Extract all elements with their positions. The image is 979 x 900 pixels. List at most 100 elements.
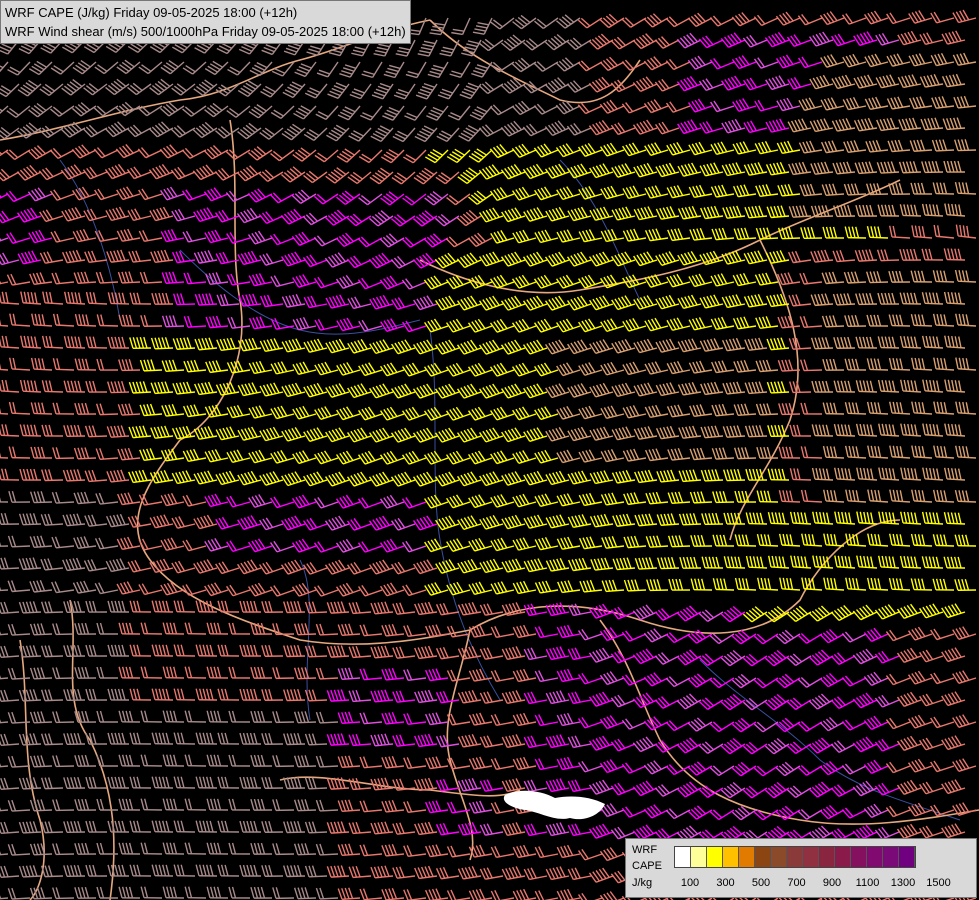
wind-barb bbox=[656, 513, 680, 526]
wind-barb bbox=[955, 313, 977, 327]
wind-barb bbox=[402, 193, 427, 206]
legend-tick-label: 100 bbox=[680, 877, 700, 889]
wind-barb bbox=[40, 865, 64, 878]
wind-barb bbox=[478, 164, 504, 180]
wind-barb bbox=[204, 493, 229, 508]
wind-barb bbox=[798, 56, 823, 69]
wind-barb bbox=[217, 776, 240, 789]
wind-barb bbox=[567, 426, 592, 442]
wind-barb bbox=[29, 272, 53, 286]
wind-barb bbox=[456, 295, 482, 311]
wind-barb bbox=[6, 232, 31, 244]
wind-barb bbox=[194, 293, 218, 306]
wind-barb bbox=[710, 184, 735, 198]
wind-barb bbox=[567, 823, 592, 837]
wind-barb bbox=[622, 448, 647, 462]
wind-barb bbox=[577, 17, 603, 29]
wind-barb bbox=[588, 779, 614, 795]
wind-barb bbox=[446, 193, 471, 206]
wind-barb bbox=[370, 821, 394, 835]
wind-barb bbox=[28, 229, 53, 244]
wind-barb bbox=[0, 314, 9, 327]
wind-barb bbox=[128, 381, 152, 394]
wind-barb bbox=[889, 445, 911, 459]
legend-swatch bbox=[723, 847, 739, 867]
wind-barb bbox=[745, 555, 768, 569]
wind-barb bbox=[863, 10, 889, 25]
wind-barb bbox=[878, 423, 900, 437]
wind-barb bbox=[225, 190, 251, 202]
wind-barb bbox=[346, 255, 372, 269]
wind-barb bbox=[40, 645, 64, 658]
wind-barb bbox=[731, 55, 757, 70]
wind-barb bbox=[426, 105, 449, 121]
wind-barb bbox=[18, 645, 42, 658]
wind-barb bbox=[270, 275, 295, 288]
wind-barb bbox=[170, 166, 196, 180]
wind-barb bbox=[522, 163, 548, 180]
wind-barb bbox=[250, 886, 273, 899]
wind-barb bbox=[29, 755, 53, 768]
wind-barb bbox=[30, 446, 53, 459]
wind-barb bbox=[797, 765, 823, 776]
wind-barb bbox=[193, 250, 218, 264]
wind-barb bbox=[555, 274, 581, 289]
wind-barb bbox=[767, 468, 790, 481]
wind-barb bbox=[787, 250, 812, 264]
wind-barb bbox=[96, 314, 119, 327]
wind-barb bbox=[734, 490, 757, 503]
wind-barb bbox=[379, 538, 405, 553]
wind-barb bbox=[96, 666, 119, 679]
wind-barb bbox=[633, 162, 658, 178]
wind-barb bbox=[195, 732, 218, 745]
wind-barb bbox=[436, 127, 460, 142]
wind-barb bbox=[489, 406, 515, 421]
wind-barb bbox=[754, 99, 779, 112]
wind-barb bbox=[589, 426, 614, 441]
wind-barb bbox=[117, 447, 141, 461]
wind-barb bbox=[41, 469, 64, 482]
wind-barb bbox=[368, 471, 394, 487]
wind-barb bbox=[258, 211, 284, 224]
wind-barb bbox=[369, 167, 394, 185]
wind-barb bbox=[52, 447, 75, 460]
wind-barb bbox=[107, 644, 130, 657]
wind-barb bbox=[877, 555, 900, 569]
wind-barb bbox=[281, 382, 306, 398]
wind-barb bbox=[534, 846, 559, 859]
wind-barb bbox=[18, 689, 42, 702]
wind-barb bbox=[74, 622, 97, 635]
wind-barb bbox=[777, 315, 801, 329]
wind-barb bbox=[292, 317, 317, 331]
wind-barb bbox=[0, 887, 9, 900]
wind-barb bbox=[853, 74, 878, 89]
wind-barb bbox=[392, 646, 416, 659]
wind-barb bbox=[567, 779, 592, 793]
wind-barb bbox=[896, 603, 922, 619]
wind-barb bbox=[577, 848, 603, 861]
wind-barb bbox=[281, 123, 306, 141]
wind-barb bbox=[588, 76, 614, 93]
wind-barb bbox=[51, 581, 75, 594]
wind-barb bbox=[369, 383, 394, 399]
wind-barb bbox=[764, 31, 790, 48]
wind-barb bbox=[756, 490, 779, 503]
wind-barb bbox=[96, 754, 119, 767]
wind-barb bbox=[523, 691, 548, 705]
wind-barb bbox=[17, 250, 42, 265]
wind-barb bbox=[116, 186, 141, 201]
wind-barb bbox=[819, 628, 845, 644]
wind-barb bbox=[270, 496, 295, 509]
wind-barb bbox=[160, 492, 185, 507]
wind-barb bbox=[359, 756, 383, 769]
wind-barb bbox=[116, 228, 141, 242]
wind-barb bbox=[370, 689, 394, 703]
legend-label-wrf: WRF bbox=[632, 844, 658, 856]
wind-barb bbox=[511, 100, 537, 116]
wind-barb bbox=[434, 471, 460, 487]
wind-barb bbox=[184, 886, 207, 899]
wind-barb bbox=[151, 600, 174, 613]
wind-barb bbox=[139, 403, 163, 417]
wind-barb bbox=[390, 471, 416, 487]
wind-barb bbox=[217, 688, 240, 701]
